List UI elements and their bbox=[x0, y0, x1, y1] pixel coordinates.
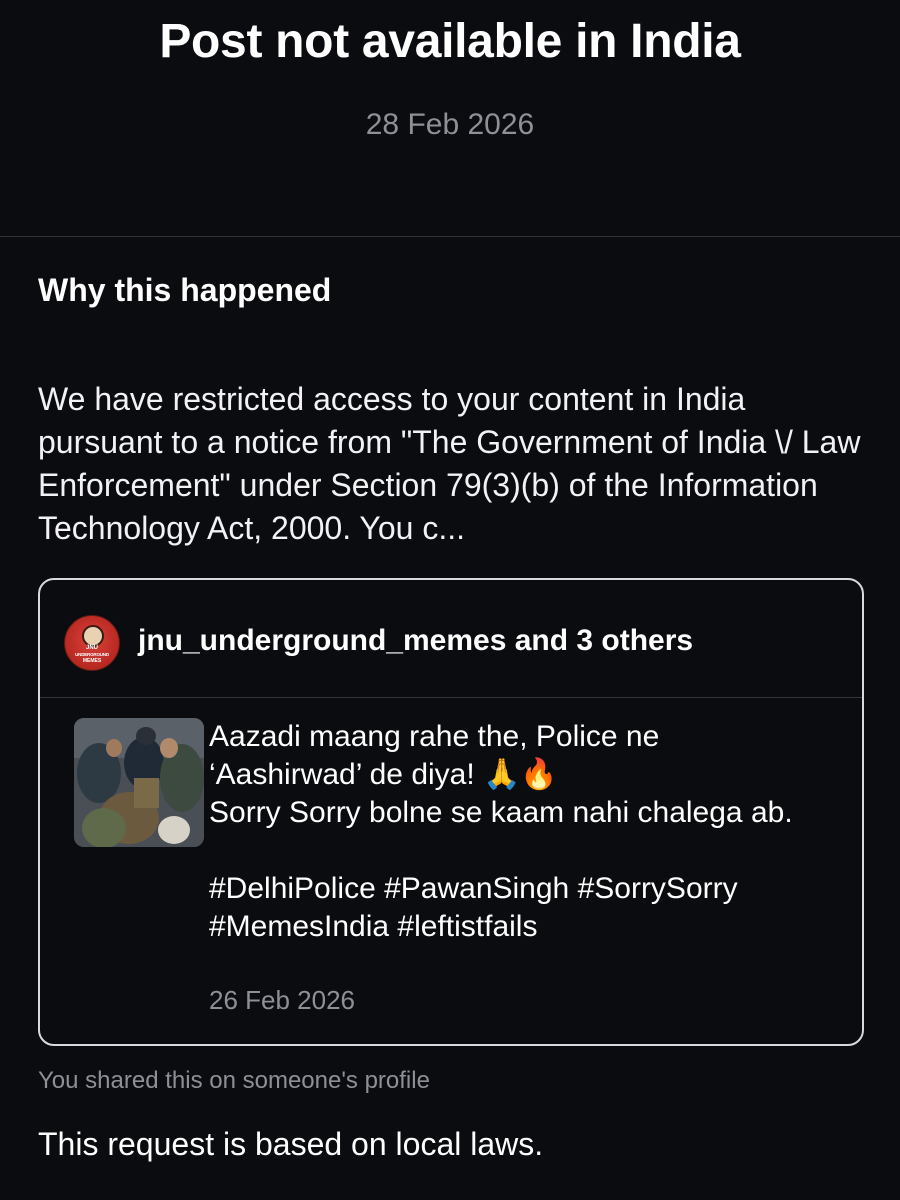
restriction-explanation[interactable]: We have restricted access to your conten… bbox=[38, 378, 873, 550]
why-heading: Why this happened bbox=[38, 272, 332, 308]
local-laws-note: This request is based on local laws. bbox=[38, 1126, 544, 1162]
avatar-face-icon bbox=[82, 625, 104, 647]
post-card-body: Aazadi maang rahe the, Police ne ‘Aashir… bbox=[40, 698, 862, 1044]
shared-context-note: You shared this on someone's profile bbox=[38, 1067, 430, 1094]
notice-date: 28 Feb 2026 bbox=[365, 108, 535, 141]
post-thumbnail-graphic bbox=[74, 718, 204, 847]
account-avatar[interactable]: JNU UNDERGROUND MEMES bbox=[64, 615, 120, 671]
post-card-header: JNU UNDERGROUND MEMES jnu_underground_me… bbox=[40, 580, 862, 698]
restricted-post-card[interactable]: JNU UNDERGROUND MEMES jnu_underground_me… bbox=[38, 578, 864, 1046]
page-title: Post not available in India bbox=[159, 15, 741, 68]
post-caption: Aazadi maang rahe the, Police ne ‘Aashir… bbox=[209, 720, 793, 943]
post-date: 26 Feb 2026 bbox=[209, 985, 356, 1015]
post-thumbnail-image[interactable] bbox=[74, 718, 204, 847]
shared-by-accounts[interactable]: jnu_underground_memes and 3 others bbox=[138, 624, 693, 658]
avatar-logo-text: UNDERGROUND bbox=[75, 652, 109, 657]
avatar-logo-text: MEMES bbox=[82, 658, 102, 664]
avatar-logo-text: JNU bbox=[85, 645, 98, 651]
notice-header: Post not available in India 28 Feb 2026 bbox=[0, 0, 900, 237]
